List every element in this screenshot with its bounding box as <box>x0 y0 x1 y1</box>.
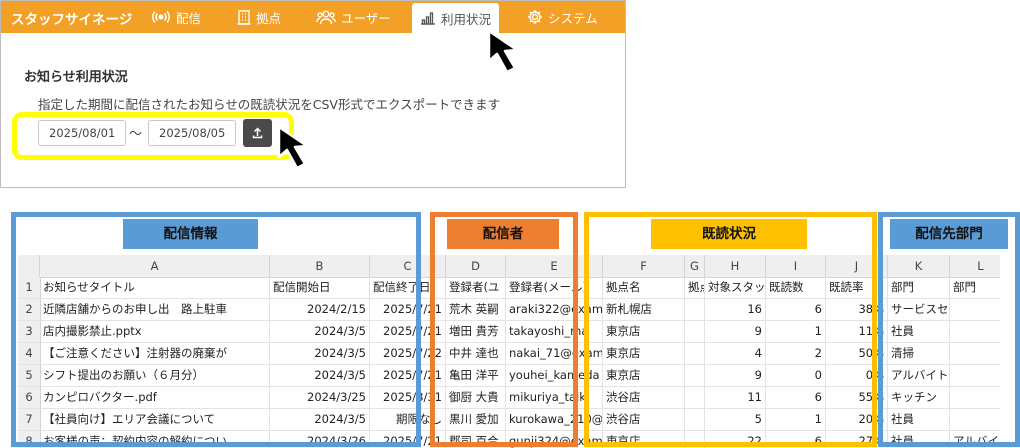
navbar: スタッフサイネージ 配信 拠点 ユーザー 利用状況 システム <box>1 1 625 33</box>
nav-broadcast[interactable]: 配信 <box>151 1 201 33</box>
nav-usage-label: 利用状況 <box>441 11 492 27</box>
nav-system[interactable]: システム <box>527 1 598 33</box>
nav-broadcast-label: 配信 <box>176 10 202 26</box>
users-icon <box>316 10 336 25</box>
gear-icon <box>527 9 543 25</box>
nav-users[interactable]: ユーザー <box>316 1 391 33</box>
nav-locations-label: 拠点 <box>256 10 282 26</box>
bar-chart-icon <box>420 11 436 25</box>
arrow-cursor-icon <box>487 29 519 74</box>
group-label-read-status: 既読状況 <box>651 219 807 249</box>
nav-system-label: システム <box>548 10 598 26</box>
group-label-delivery-info: 配信情報 <box>123 219 258 249</box>
group-label-department: 配信先部門 <box>890 219 1008 249</box>
building-icon <box>237 9 251 25</box>
section-description: 指定した期間に配信されたお知らせの既読状況をCSV形式でエクスポートできます <box>38 97 501 112</box>
export-highlight-box <box>12 112 294 160</box>
arrow-cursor-icon <box>277 125 309 170</box>
broadcast-icon <box>151 10 171 24</box>
nav-locations[interactable]: 拠点 <box>237 1 281 33</box>
group-label-sender: 配信者 <box>447 219 559 249</box>
section-title: お知らせ利用状況 <box>24 70 128 85</box>
brand-logo[interactable]: スタッフサイネージ <box>11 8 132 28</box>
nav-users-label: ユーザー <box>341 10 391 26</box>
